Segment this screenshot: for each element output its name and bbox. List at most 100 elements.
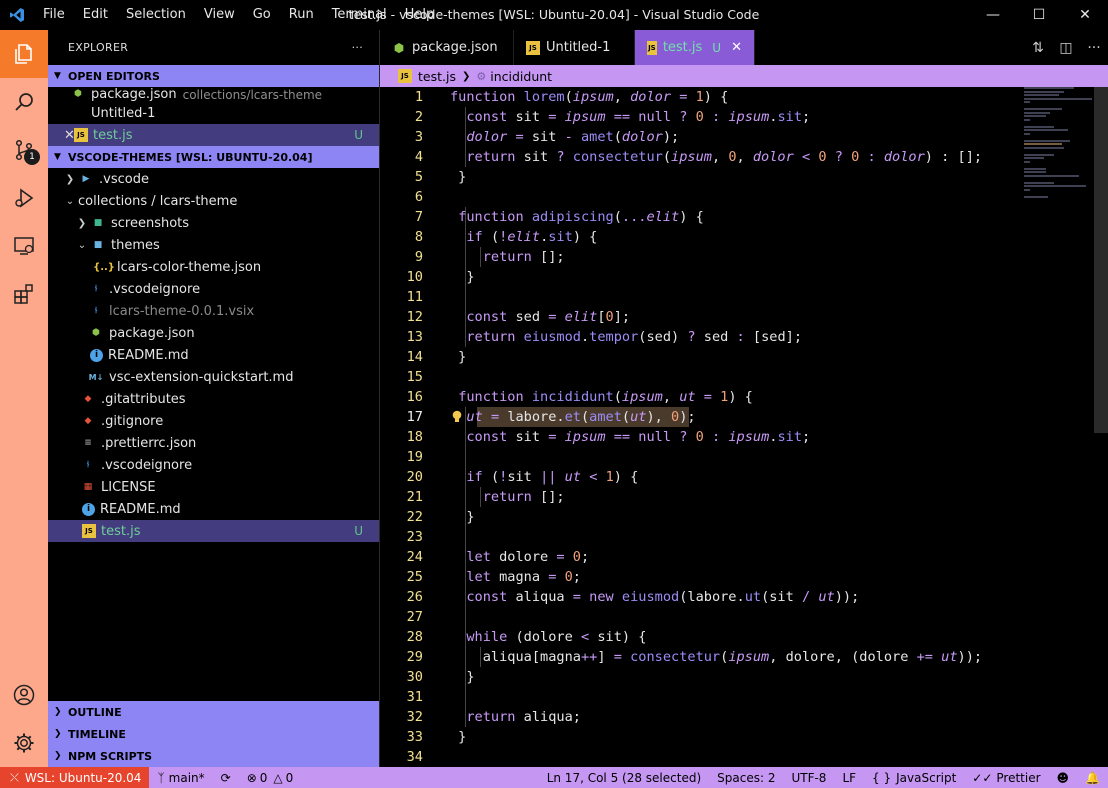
notifications-button[interactable]: 🔔 bbox=[1077, 771, 1108, 785]
npm-icon: ⬢ bbox=[92, 328, 100, 338]
encoding[interactable]: UTF-8 bbox=[783, 771, 834, 785]
workspace-header[interactable]: ▼ VSCODE-THEMES [WSL: UBUNTU-20.04] bbox=[48, 146, 379, 168]
person-icon: ☻ bbox=[1056, 770, 1070, 785]
double-check-icon: ✓✓ bbox=[972, 770, 993, 785]
remote-indicator[interactable]: ⤬ WSL: Ubuntu-20.04 bbox=[0, 767, 150, 788]
problems-indicator[interactable]: ⊗ 0 △ 0 bbox=[239, 771, 302, 785]
js-file-icon: JS bbox=[82, 524, 96, 538]
code-line: 24 let dolore = 0; bbox=[406, 549, 590, 565]
tree-item[interactable]: {..} lcars-color-theme.json bbox=[48, 256, 379, 278]
tree-item[interactable]: M↓ vsc-extension-quickstart.md bbox=[48, 366, 379, 388]
menu-view[interactable]: View bbox=[195, 0, 244, 30]
open-editor-label: test.js bbox=[93, 127, 133, 143]
function-symbol-icon: ⚙ bbox=[476, 69, 487, 83]
indentation[interactable]: Spaces: 2 bbox=[709, 771, 783, 785]
npm-scripts-header[interactable]: ❯ NPM SCRIPTS bbox=[48, 745, 379, 767]
remote-label: WSL: Ubuntu-20.04 bbox=[24, 770, 142, 785]
menu-file[interactable]: File bbox=[34, 0, 74, 30]
tree-label: .gitignore bbox=[101, 413, 164, 429]
open-editor-item[interactable]: Untitled-1 bbox=[48, 102, 379, 124]
open-editor-item[interactable]: ⬢ package.json collections/lcars-theme bbox=[48, 87, 379, 102]
scrollbar-thumb[interactable] bbox=[1094, 87, 1108, 433]
timeline-header[interactable]: ❯ TIMELINE bbox=[48, 723, 379, 745]
manage-activity[interactable] bbox=[0, 719, 48, 767]
maximize-icon[interactable]: ☐ bbox=[1016, 0, 1062, 30]
code-line: 28 while (dolore < sit) { bbox=[406, 629, 647, 645]
breadcrumb-symbol[interactable]: incididunt bbox=[490, 69, 552, 84]
tree-item[interactable]: JS test.js U bbox=[48, 520, 379, 542]
code-editor[interactable]: 1 function lorem(ipsum, dolor = 1) { 2 co… bbox=[380, 87, 1108, 767]
info-icon: i bbox=[90, 348, 103, 362]
activity-bar: 1 bbox=[0, 30, 48, 767]
tree-item[interactable]: ▦ LICENSE bbox=[48, 476, 379, 498]
js-file-icon: JS bbox=[526, 40, 540, 55]
end-of-line[interactable]: LF bbox=[834, 771, 864, 785]
breadcrumb-file[interactable]: test.js bbox=[418, 69, 456, 84]
language-mode[interactable]: { } JavaScript bbox=[864, 771, 964, 785]
menu-go[interactable]: Go bbox=[244, 0, 280, 30]
tree-item[interactable]: ⌄ collections / lcars-theme bbox=[48, 190, 379, 212]
tree-label: collections / lcars-theme bbox=[78, 193, 238, 209]
open-editor-label: package.json bbox=[91, 87, 177, 102]
tree-item[interactable]: ⫮ .vscodeignore bbox=[48, 454, 379, 476]
live-share-button[interactable]: ☻ bbox=[1049, 771, 1078, 785]
sync-button[interactable]: ⟳ bbox=[213, 771, 239, 785]
code-line: 30 } bbox=[406, 669, 475, 685]
minimize-icon[interactable]: — bbox=[970, 0, 1016, 30]
tree-item[interactable]: ≡ .prettierrc.json bbox=[48, 432, 379, 454]
menu-help[interactable]: Help bbox=[396, 0, 444, 30]
editor-scrollbar[interactable] bbox=[1094, 87, 1108, 767]
code-line: 13 return eiusmod.tempor(sed) ? sed : [s… bbox=[406, 329, 803, 345]
tree-item[interactable]: ⬢ package.json bbox=[48, 322, 379, 344]
tree-item[interactable]: ⫮ lcars-theme-0.0.1.vsix bbox=[48, 300, 379, 322]
chevron-right-icon: ❯ bbox=[54, 707, 62, 717]
tree-label: README.md bbox=[108, 347, 189, 363]
minimap[interactable] bbox=[1024, 87, 1094, 207]
tree-item[interactable]: ⫮ .vscodeignore bbox=[48, 278, 379, 300]
code-line: 16 function incididunt(ipsum, ut = 1) { bbox=[406, 389, 753, 405]
tab-untitled-1[interactable]: JS Untitled-1 bbox=[514, 30, 635, 65]
outline-label: OUTLINE bbox=[68, 705, 122, 719]
open-editor-item[interactable]: ✕ JS test.js U bbox=[48, 124, 379, 146]
tab-test-js[interactable]: JS test.js U ✕ bbox=[635, 30, 755, 65]
tree-item[interactable]: ◆ .gitattributes bbox=[48, 388, 379, 410]
tree-item[interactable]: i README.md bbox=[48, 498, 379, 520]
split-editor-icon[interactable]: ◫ bbox=[1052, 40, 1080, 56]
tree-label: .gitattributes bbox=[101, 391, 186, 407]
branch-indicator[interactable]: ᛉ main* bbox=[149, 771, 212, 785]
cursor-position[interactable]: Ln 17, Col 5 (28 selected) bbox=[539, 771, 709, 785]
warning-icon: △ bbox=[273, 770, 283, 785]
remote-explorer-activity[interactable] bbox=[0, 222, 48, 270]
close-window-icon[interactable]: ✕ bbox=[1062, 0, 1108, 30]
tree-item[interactable]: ❯ ▶ .vscode bbox=[48, 168, 379, 190]
more-actions-icon[interactable]: ··· bbox=[1080, 40, 1108, 56]
open-changes-icon[interactable]: ⇅ bbox=[1024, 40, 1052, 56]
close-icon[interactable]: ✕ bbox=[64, 128, 75, 143]
tree-item[interactable]: ❯ ■ screenshots bbox=[48, 212, 379, 234]
menu-run[interactable]: Run bbox=[280, 0, 323, 30]
explorer-title: EXPLORER bbox=[68, 41, 129, 54]
menu-terminal[interactable]: Terminal bbox=[323, 0, 396, 30]
close-tab-icon[interactable]: ✕ bbox=[731, 40, 742, 55]
outline-header[interactable]: ❯ OUTLINE bbox=[48, 701, 379, 723]
tree-item[interactable]: i README.md bbox=[48, 344, 379, 366]
activity-bottom bbox=[0, 671, 48, 767]
open-editors-header[interactable]: ▼ OPEN EDITORS bbox=[48, 65, 379, 87]
more-actions-icon[interactable]: ··· bbox=[352, 41, 363, 54]
code-line: 11 bbox=[406, 289, 423, 305]
tree-label: lcars-color-theme.json bbox=[117, 259, 262, 275]
extensions-activity[interactable] bbox=[0, 270, 48, 318]
formatter[interactable]: ✓✓ Prettier bbox=[964, 771, 1048, 785]
menu-edit[interactable]: Edit bbox=[74, 0, 117, 30]
open-editors-label: OPEN EDITORS bbox=[68, 69, 160, 83]
untracked-badge: U bbox=[354, 524, 363, 538]
tree-item[interactable]: ⌄ ■ themes bbox=[48, 234, 379, 256]
explorer-activity[interactable] bbox=[0, 30, 48, 78]
run-debug-activity[interactable] bbox=[0, 174, 48, 222]
search-activity[interactable] bbox=[0, 78, 48, 126]
menu-selection[interactable]: Selection bbox=[117, 0, 195, 30]
tree-item[interactable]: ◆ .gitignore bbox=[48, 410, 379, 432]
accounts-activity[interactable] bbox=[0, 671, 48, 719]
tab-package-json[interactable]: ⬢ package.json bbox=[380, 30, 514, 65]
source-control-activity[interactable]: 1 bbox=[0, 126, 48, 174]
